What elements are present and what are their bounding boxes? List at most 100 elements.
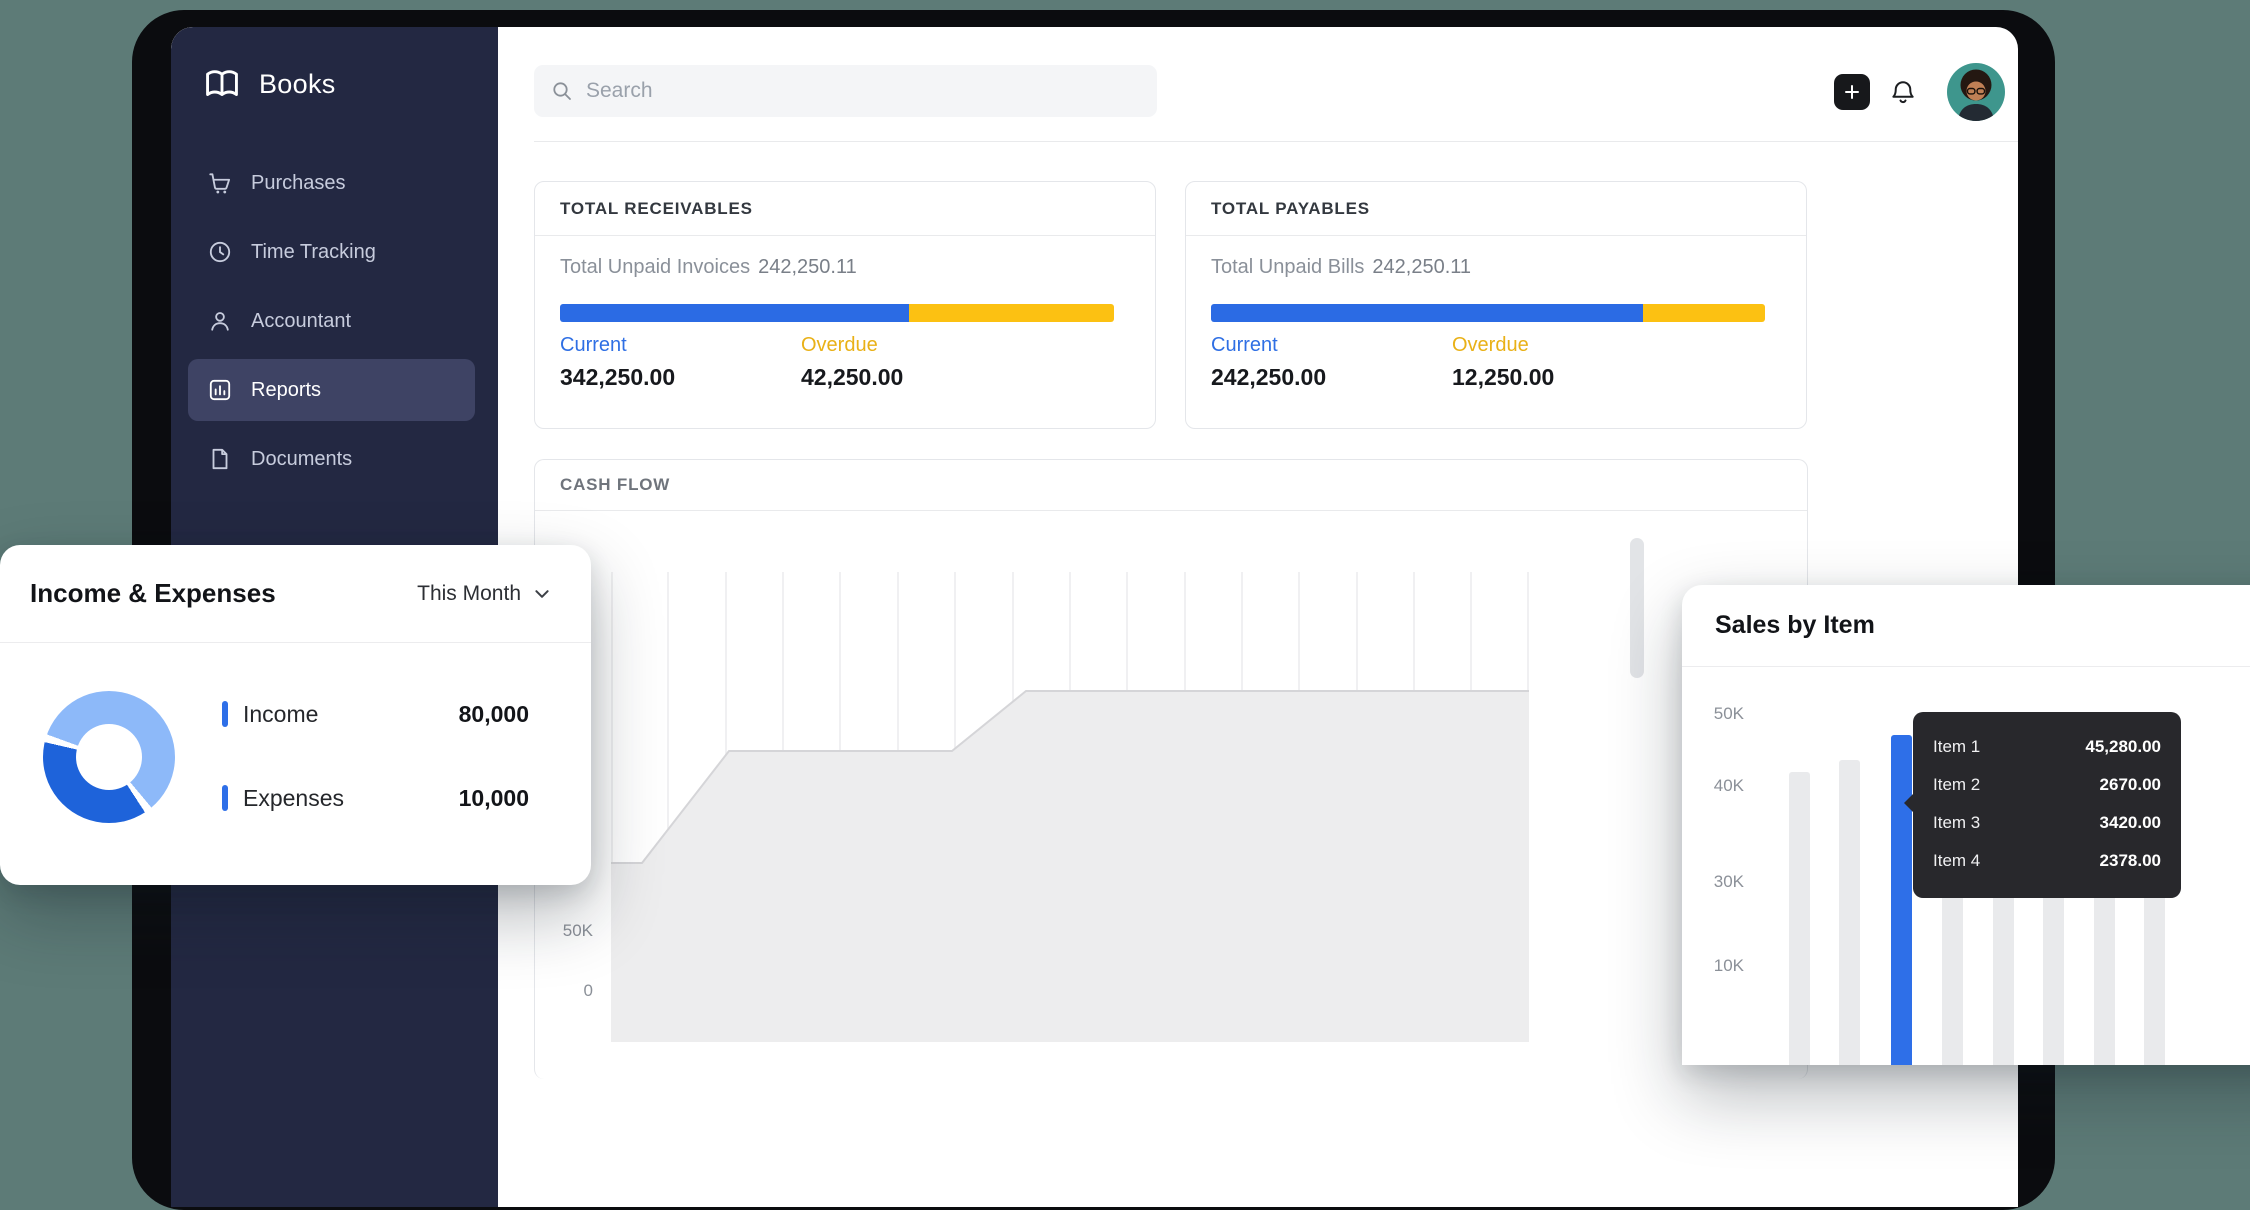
overdue-label: Overdue [801,334,878,357]
income-expenses-donut-chart [43,691,175,823]
y-axis-label: 30K [1696,872,1744,892]
current-value: 342,250.00 [560,364,675,391]
tooltip-label: Item 2 [1933,775,1980,795]
legend-value: 80,000 [459,701,529,728]
income-expenses-header: Income & Expenses This Month [0,545,591,642]
legend-tick [222,785,228,811]
tooltip-value: 2378.00 [2100,851,2161,871]
overdue-value: 12,250.00 [1452,364,1554,391]
divider [0,642,591,643]
person-icon [207,308,233,334]
divider [535,510,1807,511]
legend-value: 10,000 [459,785,529,812]
overdue-segment [1643,304,1765,322]
current-segment [1211,304,1643,322]
sidebar-item-accountant[interactable]: Accountant [188,290,475,352]
tooltip-row: Item 1 45,280.00 [1933,728,2161,766]
tooltip-row: Item 4 2378.00 [1933,842,2161,880]
legend-label: Income [243,701,318,728]
quick-create-button[interactable] [1834,74,1870,110]
search-input[interactable] [586,79,1141,103]
unpaid-value: 242,250.11 [1372,256,1471,278]
unpaid-label: Total Unpaid Bills [1211,256,1364,278]
divider [1186,235,1806,236]
y-axis-label: 40K [1696,776,1744,796]
unpaid-label: Total Unpaid Invoices [560,256,750,278]
unpaid-value: 242,250.11 [758,256,857,278]
app-logo: Books [201,63,336,105]
sales-by-item-card: Sales by Item 50K 40K 30K 10K Item 1 45,… [1682,585,2250,1065]
chart-bar-highlighted[interactable] [1891,735,1912,1065]
user-avatar[interactable] [1947,63,2005,121]
tooltip-label: Item 4 [1933,851,1980,871]
y-axis-label: 0 [547,981,593,1001]
y-axis-label: 50K [547,921,593,941]
document-icon [207,446,233,472]
page: { "app": { "window_title": "Books" }, "s… [0,0,2250,996]
sidebar-item-documents[interactable]: Documents [188,428,475,490]
cash-flow-card: CASH FLOW 50K 0 [534,459,1808,1079]
receivables-progress-bar [560,304,1114,322]
sidebar-item-purchases[interactable]: Purchases [188,152,475,214]
tooltip-value: 45,280.00 [2085,737,2161,757]
avatar-image [1947,63,2005,121]
payables-progress-bar [1211,304,1765,322]
period-dropdown[interactable]: This Month [417,582,551,606]
card-title: Income & Expenses [30,578,276,609]
tooltip-row: Item 2 2670.00 [1933,766,2161,804]
card-title: TOTAL PAYABLES [1211,182,1370,235]
tooltip-value: 3420.00 [2100,813,2161,833]
cart-icon [207,170,233,196]
sidebar-item-label: Time Tracking [251,241,376,264]
chart-bar[interactable] [1839,760,1860,1065]
y-axis-label: 50K [1696,704,1744,724]
tooltip-row: Item 3 3420.00 [1933,804,2161,842]
divider [1682,666,2250,667]
overdue-segment [909,304,1114,322]
topbar-divider [534,141,2018,142]
tooltip-label: Item 3 [1933,813,1980,833]
sidebar-item-label: Reports [251,379,321,402]
sidebar-item-label: Documents [251,448,352,471]
unpaid-bills-line: Total Unpaid Bills 242,250.11 [1211,256,1471,279]
legend-tick [222,701,228,727]
y-axis-label: 10K [1696,956,1744,976]
notifications-button[interactable] [1882,71,1924,113]
legend-label: Expenses [243,785,344,812]
chart-tooltip: Item 1 45,280.00 Item 2 2670.00 Item 3 3… [1913,712,2181,898]
current-label: Current [560,334,627,357]
tooltip-label: Item 1 [1933,737,1980,757]
scrollbar-thumb[interactable] [1630,538,1644,678]
unpaid-invoices-line: Total Unpaid Invoices 242,250.11 [560,256,857,279]
legend-item-expenses: Expenses 10,000 [222,777,529,819]
current-value: 242,250.00 [1211,364,1326,391]
card-title: Sales by Item [1715,611,1875,640]
divider [535,235,1155,236]
search-icon [550,79,574,103]
clock-icon [207,239,233,265]
sales-by-item-header: Sales by Item [1682,585,2250,666]
legend-item-income: Income 80,000 [222,693,529,735]
income-expenses-card: Income & Expenses This Month Income 80,0… [0,545,591,885]
overdue-label: Overdue [1452,334,1529,357]
sidebar-menu: Purchases Time Tracking [171,145,498,497]
chart-bar[interactable] [1789,772,1810,1065]
sidebar-item-label: Purchases [251,172,346,195]
card-title: TOTAL RECEIVABLES [560,182,753,235]
app-title: Books [259,69,336,100]
books-logo-icon [201,63,243,105]
sidebar-item-label: Accountant [251,310,351,333]
total-payables-card: TOTAL PAYABLES Total Unpaid Bills 242,250… [1185,181,1807,429]
sidebar-item-reports[interactable]: Reports [188,359,475,421]
tooltip-value: 2670.00 [2100,775,2161,795]
total-receivables-card: TOTAL RECEIVABLES Total Unpaid Invoices 2… [534,181,1156,429]
sidebar-item-time-tracking[interactable]: Time Tracking [188,221,475,283]
chevron-down-icon [533,585,551,603]
current-label: Current [1211,334,1278,357]
current-segment [560,304,909,322]
search-bar [534,65,1157,117]
bell-icon [1888,77,1918,107]
overdue-value: 42,250.00 [801,364,903,391]
period-label: This Month [417,582,521,606]
cash-flow-area-chart [611,572,1529,1042]
